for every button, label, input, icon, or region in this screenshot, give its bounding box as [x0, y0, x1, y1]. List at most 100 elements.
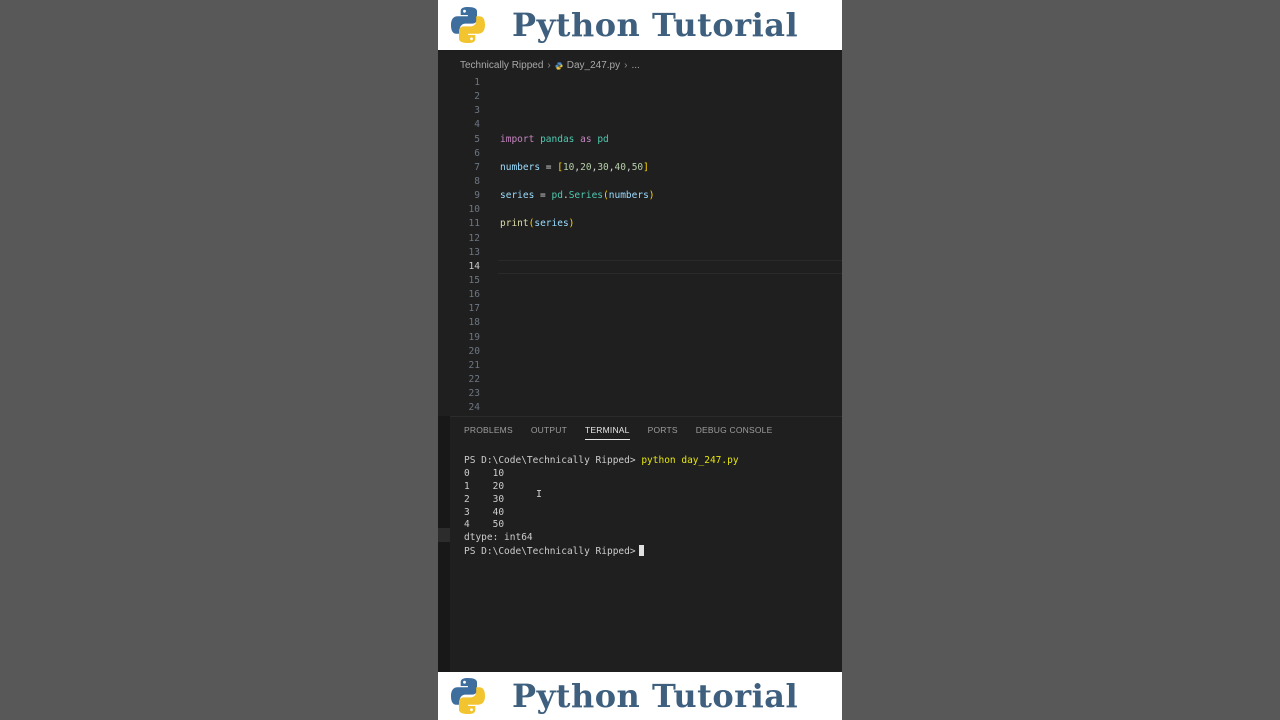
line-number: 7: [474, 161, 480, 173]
code-token: numbers: [608, 190, 649, 202]
line-number: 19: [468, 331, 480, 343]
code-token: import: [500, 133, 535, 145]
line-number: 1: [474, 77, 480, 88]
code-token: 50: [631, 161, 644, 173]
terminal-prompt: PS D:\Code\Technically Ripped>: [464, 455, 636, 466]
bottom-panel: PROBLEMS OUTPUT TERMINAL PORTS DEBUG CONSOLE…: [450, 416, 842, 673]
tab-ports[interactable]: PORTS: [648, 425, 678, 440]
line-number: 14: [468, 260, 480, 272]
code-token: =: [540, 161, 558, 173]
banner-title: Python Tutorial: [512, 677, 799, 715]
code-line[interactable]: 11 print(series): [450, 217, 842, 231]
banner-top: Python Tutorial: [438, 0, 842, 50]
terminal-prompt: PS D:\Code\Technically Ripped>: [464, 546, 636, 558]
code-token: 30: [597, 161, 609, 173]
code-token: pandas: [540, 133, 575, 145]
tab-output[interactable]: OUTPUT: [531, 425, 567, 440]
code-token: 20: [580, 161, 592, 173]
code-line[interactable]: 7 numbers = [10,20,30,40,50]: [450, 161, 842, 175]
terminal-line: 2 30: [464, 493, 505, 505]
breadcrumb-file[interactable]: Day_247.py: [567, 60, 620, 71]
line-number: 13: [468, 246, 480, 258]
code-lines[interactable]: 1 2 3 4 5 import pandas as pd 6 7 numbers = [10,…: [450, 76, 842, 415]
line-number: 15: [468, 274, 480, 286]
line-number: 9: [474, 190, 480, 202]
panel-tabs: PROBLEMS OUTPUT TERMINAL PORTS DEBUG CONSOLE: [464, 425, 790, 440]
tab-debug-console[interactable]: DEBUG CONSOLE: [696, 425, 773, 440]
code-line[interactable]: 6: [450, 147, 842, 161]
line-number: 11: [468, 218, 480, 230]
code-line[interactable]: 15: [450, 274, 842, 288]
code-line[interactable]: 9 series = pd.Series(numbers): [450, 189, 842, 203]
code-line[interactable]: 20: [450, 345, 842, 359]
background-right: [842, 0, 1280, 720]
code-token: pd: [597, 133, 609, 145]
line-number: 21: [468, 359, 480, 371]
banner-title: Python Tutorial: [512, 6, 799, 44]
code-line[interactable]: 13: [450, 246, 842, 260]
terminal-line: 3 40: [464, 506, 505, 518]
terminal-cursor: [638, 545, 644, 557]
current-line-highlight: [498, 259, 842, 274]
line-number: 10: [468, 204, 480, 216]
video-frame: Python Tutorial Technically Ripped › Day…: [438, 0, 842, 720]
code-line[interactable]: 12: [450, 232, 842, 246]
terminal-output[interactable]: PS D:\Code\Technically Ripped> python da…: [464, 455, 739, 558]
code-line[interactable]: 18: [450, 316, 842, 330]
code-text[interactable]: series = pd.Series(numbers): [500, 189, 655, 203]
terminal-output-lines: 0 10 1 20 2 30 3 40 4 50 dtype: int64: [464, 468, 739, 545]
code-line[interactable]: 21: [450, 359, 842, 373]
code-token: series: [534, 218, 569, 230]
chevron-right-icon: ›: [624, 60, 628, 71]
code-token: series: [500, 190, 535, 202]
line-number: 16: [468, 289, 480, 301]
line-number: 8: [474, 175, 480, 187]
code-text[interactable]: import pandas as pd: [500, 133, 609, 147]
terminal-command: python day_247.py: [641, 455, 739, 466]
code-token: Series: [568, 190, 604, 202]
terminal-line: 0 10: [464, 467, 505, 479]
code-token: pd: [551, 190, 563, 202]
tab-terminal[interactable]: TERMINAL: [585, 425, 630, 440]
code-token: print: [500, 218, 529, 230]
line-number: 24: [468, 402, 480, 414]
terminal-line: dtype: int64: [464, 532, 533, 544]
code-token: 40: [614, 161, 626, 173]
code-text[interactable]: numbers = [10,20,30,40,50]: [500, 161, 649, 175]
code-text[interactable]: print(series): [500, 217, 574, 231]
breadcrumb-ellipsis[interactable]: ...: [631, 60, 639, 71]
terminal-line: 1 20: [464, 480, 505, 492]
code-line[interactable]: 19: [450, 331, 842, 345]
code-line[interactable]: 24: [450, 401, 842, 415]
terminal-command-line: PS D:\Code\Technically Ripped> python da…: [464, 455, 739, 468]
line-number: 22: [468, 373, 480, 385]
activity-bar-item[interactable]: [438, 528, 450, 542]
code-line[interactable]: 8: [450, 175, 842, 189]
code-editor[interactable]: Technically Ripped › Day_247.py › ... 12…: [438, 52, 842, 416]
code-line[interactable]: 16: [450, 288, 842, 302]
line-number: 5: [474, 133, 480, 145]
code-token: as: [580, 133, 592, 145]
line-number: 20: [468, 345, 480, 357]
python-file-icon: [555, 61, 563, 70]
breadcrumb-folder[interactable]: Technically Ripped: [460, 60, 543, 71]
code-line[interactable]: 2: [450, 90, 842, 104]
background-left: [0, 0, 438, 720]
code-line[interactable]: 5 import pandas as pd: [450, 133, 842, 147]
code-line[interactable]: 1: [450, 76, 842, 90]
code-line[interactable]: 14: [450, 259, 842, 274]
code-line[interactable]: 4: [450, 118, 842, 132]
code-line[interactable]: 10: [450, 203, 842, 217]
line-number: 12: [468, 232, 480, 244]
line-number: 3: [474, 105, 480, 117]
code-line[interactable]: 22: [450, 373, 842, 387]
python-logo-icon: [451, 7, 485, 43]
code-line[interactable]: 17: [450, 302, 842, 316]
banner-bottom: Python Tutorial: [438, 672, 842, 720]
breadcrumb: Technically Ripped › Day_247.py › ...: [460, 60, 640, 71]
code-line[interactable]: 23: [450, 387, 842, 401]
terminal-line: 4 50: [464, 519, 505, 531]
code-line[interactable]: 3: [450, 104, 842, 118]
tab-problems[interactable]: PROBLEMS: [464, 425, 513, 440]
terminal-prompt-line: PS D:\Code\Technically Ripped>: [464, 545, 739, 558]
